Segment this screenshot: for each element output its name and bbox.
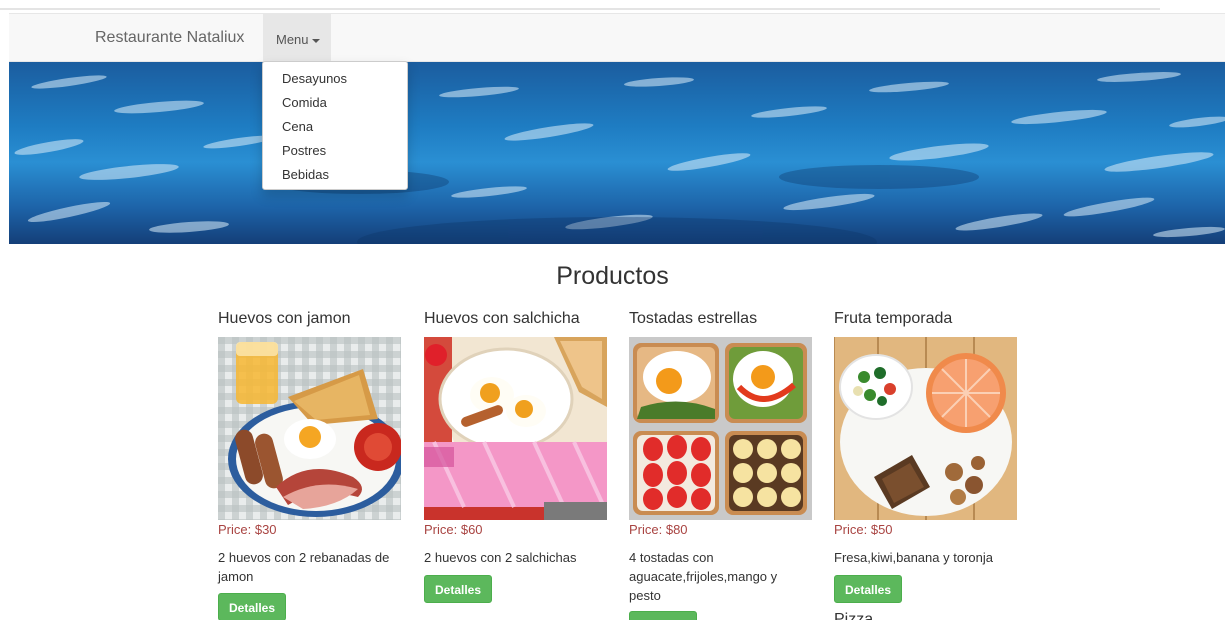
product-card: Fruta temporada Price: $50 Fresa,kiwi,ba… — [834, 308, 1024, 620]
brand-link[interactable]: Restaurante Nataliux — [95, 29, 244, 47]
menu-dropdown-toggle[interactable]: Menu — [263, 14, 331, 62]
details-button[interactable]: Detalles — [629, 611, 698, 620]
menu-item-comida[interactable]: Comida — [263, 91, 407, 115]
top-divider — [0, 8, 1160, 10]
menu-item-postres[interactable]: Postres — [263, 139, 407, 163]
product-price: Price: $30 — [218, 522, 277, 537]
hero-banner-image — [9, 62, 1225, 244]
product-name: Tostadas estrellas — [629, 310, 758, 327]
product-price: Price: $60 — [424, 522, 483, 537]
details-button[interactable]: Detalles — [218, 593, 287, 620]
product-photo — [834, 337, 1017, 520]
product-name: Huevos con salchicha — [424, 310, 580, 327]
product-price: Price: $50 — [834, 522, 893, 537]
menu-label: Menu — [276, 32, 309, 47]
product-photo — [629, 337, 812, 520]
product-name: Pizza — [834, 611, 874, 620]
product-name: Huevos con jamon — [218, 310, 351, 327]
menu-dropdown: Desayunos Comida Cena Postres Bebidas — [262, 61, 408, 190]
menu-item-cena[interactable]: Cena — [263, 115, 407, 139]
navbar: Restaurante Nataliux Menu — [9, 13, 1225, 62]
product-description: 4 tostadas con aguacate,frijoles,mango y… — [629, 550, 778, 603]
product-card: Huevos con salchicha Price: $60 2 huevos… — [424, 308, 614, 603]
caret-down-icon — [311, 38, 320, 43]
menu-item-bebidas[interactable]: Bebidas — [263, 163, 407, 187]
product-description: 2 huevos con 2 rebanadas de jamon — [218, 550, 390, 584]
products-title: Productos — [556, 262, 669, 290]
product-photo — [424, 337, 607, 520]
product-card: Tostadas estrellas Price: $80 4 tostadas… — [629, 308, 819, 620]
menu-item-desayunos[interactable]: Desayunos — [263, 67, 407, 91]
details-button[interactable]: Detalles — [424, 575, 493, 603]
product-name: Fruta temporada — [834, 310, 953, 327]
product-description: 2 huevos con 2 salchichas — [424, 550, 577, 565]
product-description: Fresa,kiwi,banana y toronja — [834, 550, 993, 565]
product-card: Huevos con jamon Price: $30 2 huevos con… — [218, 308, 408, 620]
product-price: Price: $80 — [629, 522, 688, 537]
product-photo — [218, 337, 401, 520]
details-button[interactable]: Detalles — [834, 575, 903, 603]
